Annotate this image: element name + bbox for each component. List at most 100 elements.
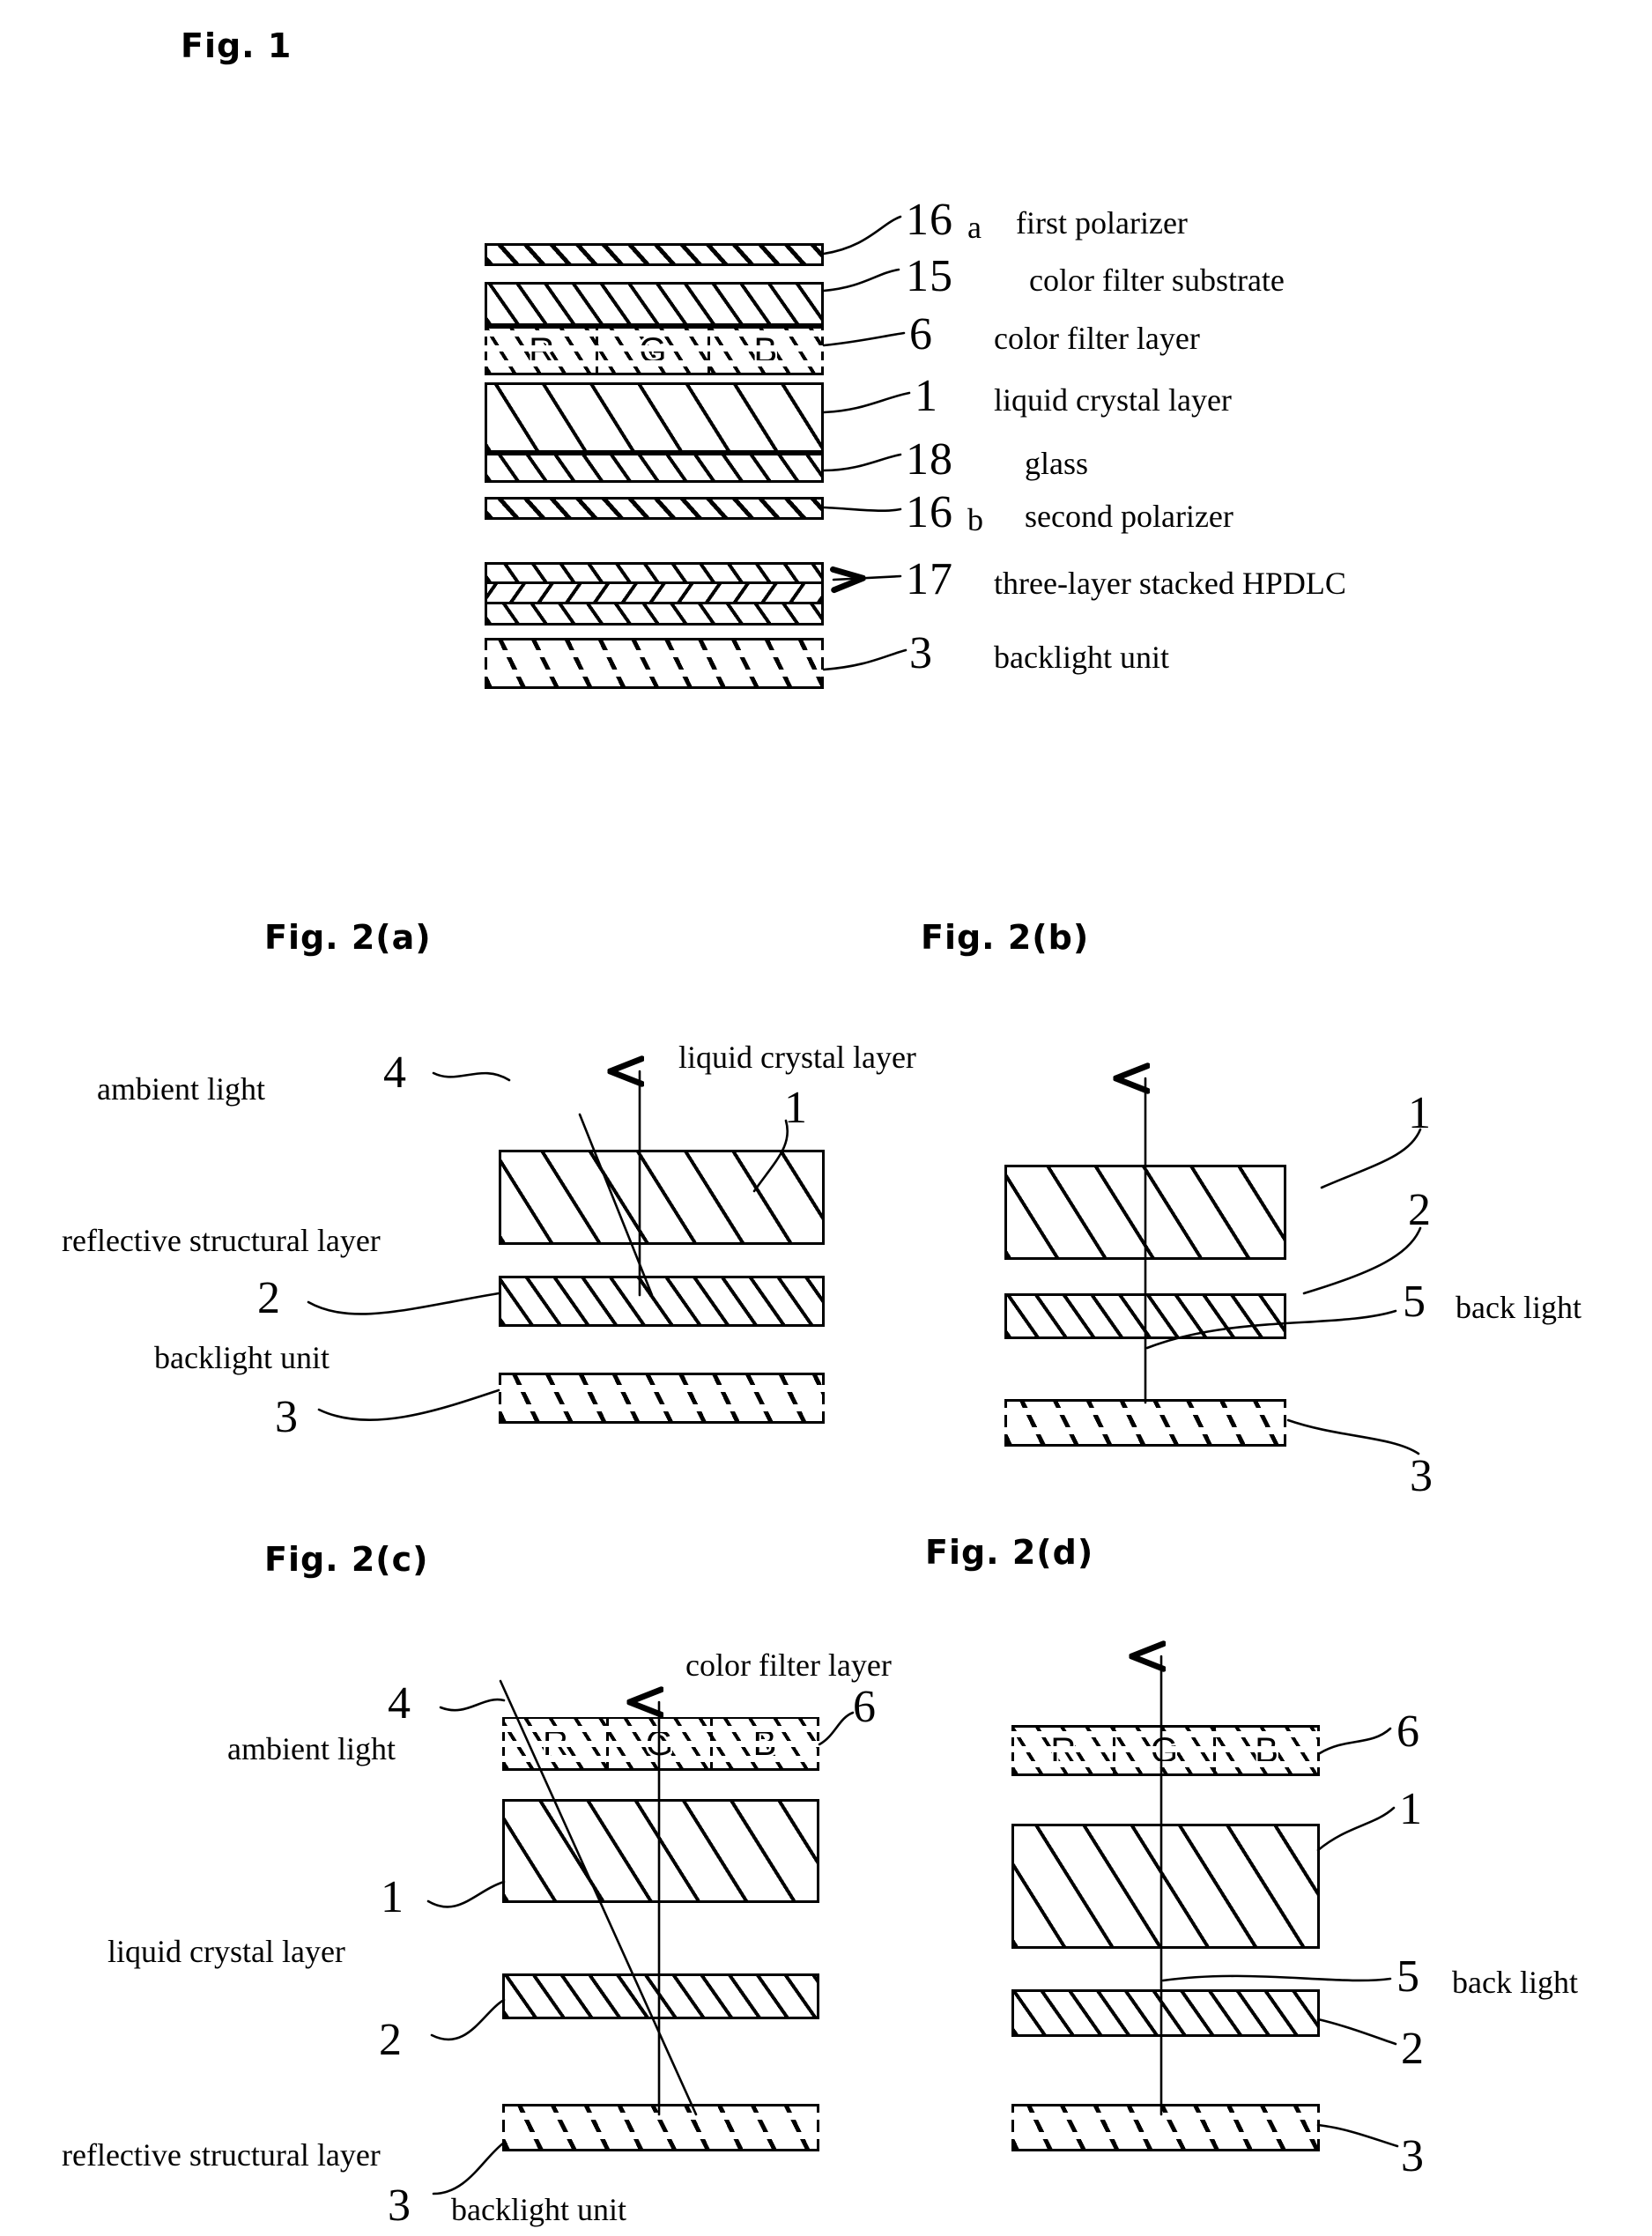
fig1-ref-6: 6	[909, 309, 933, 359]
fig2c-cf-letter-g: G	[645, 1724, 674, 1763]
fig1-leader-15	[822, 268, 900, 292]
patent-drawing-sheet: Fig. 1 R G B 16 a first polarizer 15 col…	[0, 0, 1652, 2236]
fig2c-label-reflective-structural-layer: reflective structural layer	[62, 2137, 381, 2173]
fig1-cf-letter-g: G	[639, 331, 667, 370]
fig2b-leader-3	[1286, 1418, 1420, 1455]
fig1-leader-18	[822, 453, 902, 472]
fig1-layer-first-polarizer	[485, 243, 824, 266]
fig1-cf-cell-g: G	[598, 329, 710, 373]
fig1-name-backlight-unit: backlight unit	[994, 640, 1169, 675]
fig2c-ref-3: 3	[388, 2180, 411, 2231]
figure-2d-title: Fig. 2(d)	[925, 1533, 1094, 1572]
figure-2c-title: Fig. 2(c)	[264, 1540, 429, 1579]
fig1-cf-cell-r: R	[487, 329, 599, 373]
fig2d-cf-cell-g: G	[1115, 1728, 1217, 1773]
fig2d-cf-letter-r: R	[1050, 1731, 1077, 1770]
fig2a-label-ambient-light: ambient light	[97, 1071, 265, 1107]
fig2c-ref-1: 1	[381, 1872, 404, 1922]
fig2c-layer-color-filter: R G B	[502, 1716, 819, 1771]
fig2d-layer-reflective-structural	[1011, 1989, 1320, 2037]
fig2c-leader-4	[439, 1698, 506, 1712]
fig2d-leader-6	[1318, 1727, 1392, 1755]
fig2d-ref-3: 3	[1401, 2131, 1425, 2181]
fig2c-leader-3	[432, 2141, 506, 2195]
fig2d-layer-liquid-crystal	[1011, 1824, 1320, 1949]
fig1-leader-3	[822, 648, 907, 671]
fig2d-ref-2: 2	[1401, 2024, 1425, 2074]
fig2c-label-color-filter-layer: color filter layer	[685, 1647, 892, 1683]
fig1-ref-17: 17	[906, 554, 953, 604]
fig2d-layer-backlight-unit	[1011, 2104, 1320, 2151]
fig1-ref-18: 18	[906, 434, 953, 485]
fig2c-cf-cell-r: R	[505, 1719, 609, 1768]
fig1-name-color-filter-substrate: color filter substrate	[1029, 263, 1285, 298]
fig2c-label-liquid-crystal-layer: liquid crystal layer	[107, 1934, 345, 1969]
fig1-layer-glass	[485, 453, 824, 483]
fig1-leader-6	[822, 331, 906, 347]
fig1-name-second-polarizer: second polarizer	[1025, 499, 1233, 534]
fig2a-leader-3	[317, 1388, 500, 1421]
fig2d-ref-5: 5	[1396, 1951, 1420, 2002]
fig2b-layer-reflective-structural	[1004, 1293, 1286, 1339]
fig2d-cf-cell-b: B	[1216, 1728, 1317, 1773]
fig2a-layer-backlight-unit	[499, 1373, 825, 1424]
fig1-hpdlc-sublayer-1	[487, 565, 821, 584]
fig1-layer-color-filter-substrate	[485, 282, 824, 326]
fig2a-label-backlight-unit: backlight unit	[154, 1340, 330, 1375]
fig1-cf-letter-b: B	[753, 331, 778, 370]
fig1-hpdlc-sublayer-3	[487, 604, 821, 623]
fig2c-cf-cell-g: G	[609, 1719, 713, 1768]
fig2d-layer-color-filter: R G B	[1011, 1725, 1320, 1776]
fig2a-layer-reflective-structural	[499, 1276, 825, 1327]
fig1-name-color-filter-layer: color filter layer	[994, 321, 1200, 356]
fig2d-cf-letter-g: G	[1150, 1731, 1179, 1770]
fig2d-leader-5	[1161, 1974, 1392, 1982]
fig1-leader-16b	[822, 506, 902, 513]
fig2a-leader-2	[307, 1292, 500, 1315]
fig2d-ref-6: 6	[1396, 1707, 1420, 1757]
fig1-cf-letter-r: R	[529, 331, 555, 370]
fig2b-leader-1	[1320, 1128, 1422, 1189]
fig2d-cf-letter-b: B	[1255, 1731, 1278, 1770]
fig2c-leader-2	[430, 1998, 506, 2041]
fig2d-ref-1: 1	[1399, 1784, 1423, 1834]
fig2c-leader-6	[818, 1711, 855, 1746]
fig1-ref-16a-sub: a	[967, 210, 982, 245]
fig2c-label-backlight-unit: backlight unit	[451, 2192, 626, 2227]
fig1-ref-15: 15	[906, 251, 953, 301]
fig2c-cf-cell-b: B	[713, 1719, 817, 1768]
fig2b-label-back-light: back light	[1456, 1290, 1582, 1325]
fig2a-ref-4: 4	[383, 1048, 407, 1098]
fig1-name-glass: glass	[1025, 446, 1088, 481]
fig2a-label-reflective-structural-layer: reflective structural layer	[62, 1223, 381, 1258]
figure-2b-title: Fig. 2(b)	[921, 918, 1090, 957]
fig1-hpdlc-sublayer-2	[487, 584, 821, 604]
fig2c-layer-liquid-crystal	[502, 1799, 819, 1903]
fig2d-label-back-light: back light	[1452, 1965, 1578, 2000]
figure-2a-title: Fig. 2(a)	[264, 918, 432, 957]
fig1-name-liquid-crystal-layer: liquid crystal layer	[994, 382, 1232, 418]
fig2a-ref-1: 1	[784, 1083, 808, 1133]
fig2a-ref-3: 3	[275, 1392, 299, 1442]
fig2d-cf-cell-r: R	[1014, 1728, 1115, 1773]
fig2b-layer-liquid-crystal	[1004, 1165, 1286, 1260]
fig2b-ref-5: 5	[1403, 1277, 1426, 1327]
fig1-layer-backlight-unit	[485, 638, 824, 689]
fig1-name-first-polarizer: first polarizer	[1016, 205, 1188, 241]
fig1-ref-3: 3	[909, 628, 933, 678]
figure-1-title: Fig. 1	[181, 26, 293, 65]
fig1-ref-16a: 16	[906, 195, 953, 245]
fig2b-ref-3: 3	[1410, 1451, 1433, 1501]
fig2b-ref-2: 2	[1408, 1185, 1432, 1235]
fig1-layer-second-polarizer	[485, 497, 824, 520]
fig1-ref-16b: 16	[906, 487, 953, 537]
fig2c-ref-6: 6	[853, 1682, 877, 1732]
fig2c-leader-1	[426, 1880, 506, 1908]
fig2a-leader-4	[432, 1071, 511, 1082]
fig2c-layer-reflective-structural	[502, 1973, 819, 2019]
fig2c-label-ambient-light: ambient light	[227, 1731, 396, 1766]
fig1-ref-16b-sub: b	[967, 502, 984, 537]
fig2c-layer-backlight-unit	[502, 2104, 819, 2151]
fig2a-layer-liquid-crystal	[499, 1150, 825, 1245]
fig2a-ref-2: 2	[257, 1273, 281, 1323]
